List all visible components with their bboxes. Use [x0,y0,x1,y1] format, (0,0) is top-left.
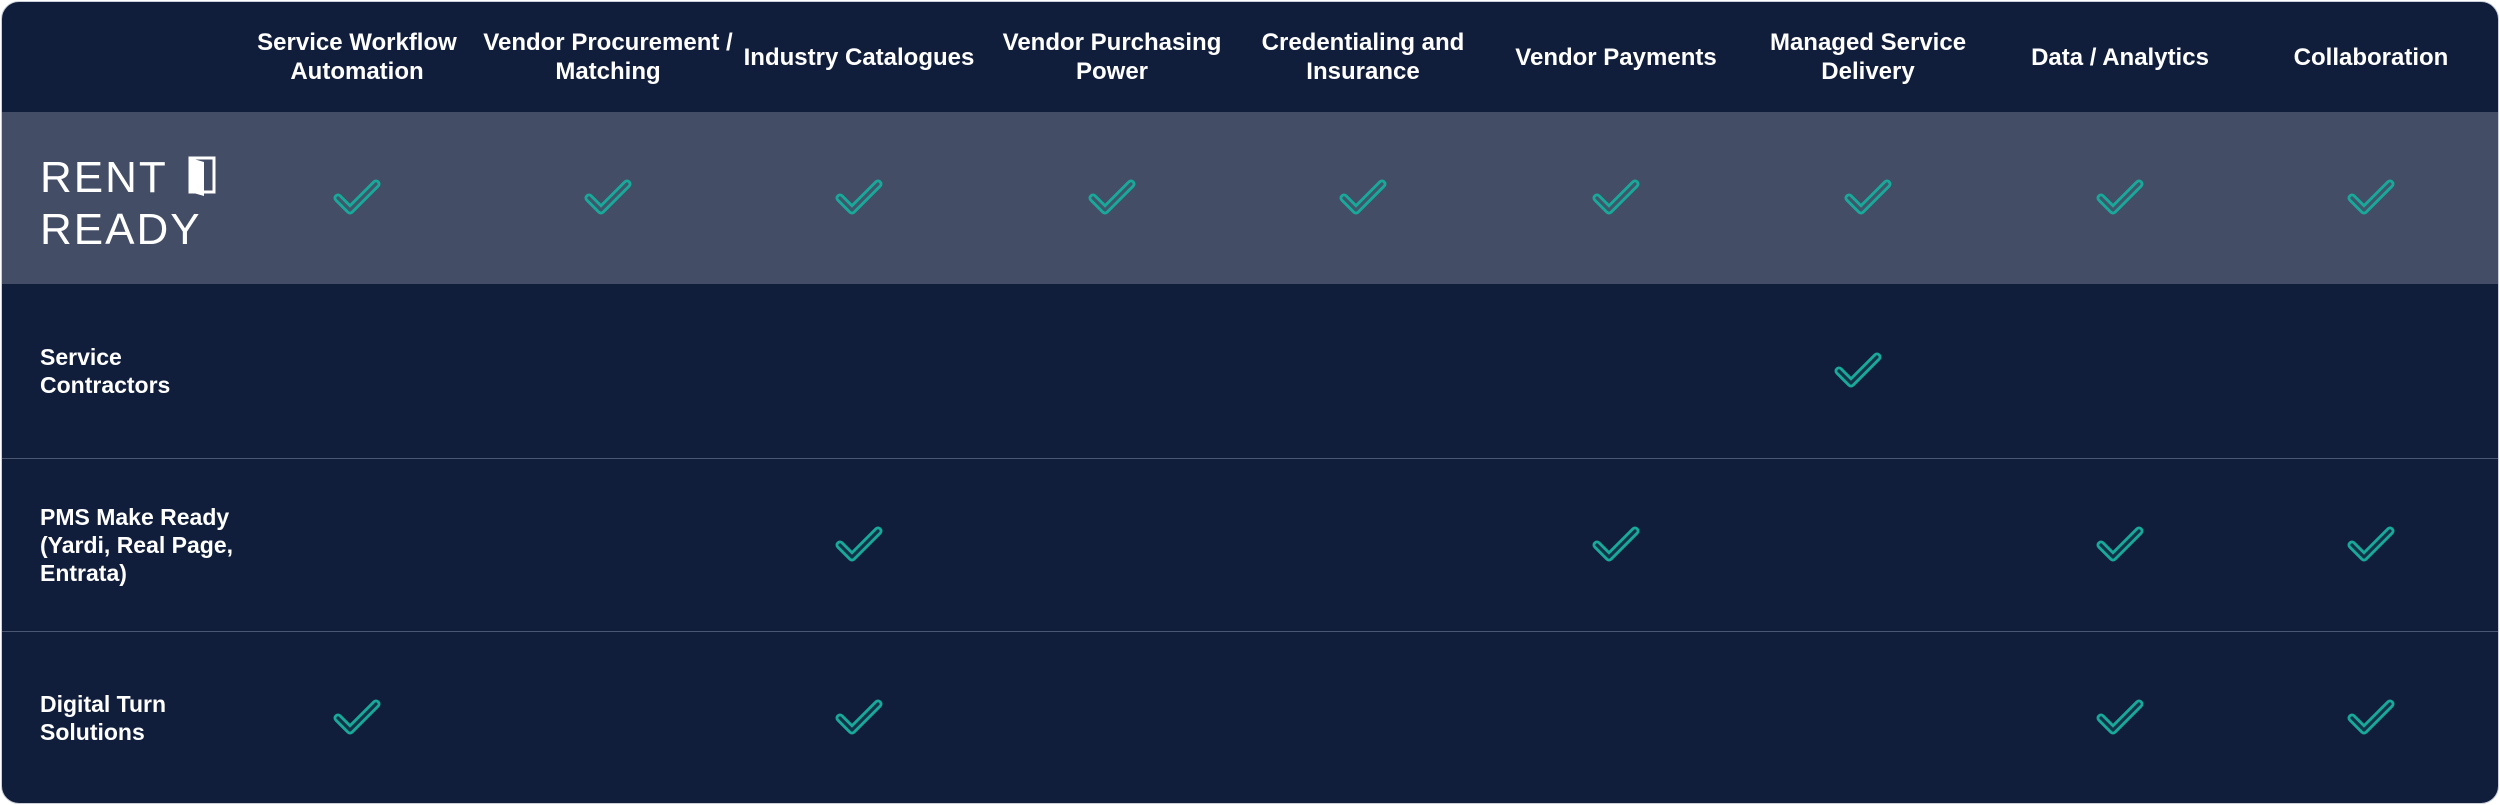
check-icon [2095,698,2145,738]
check-icon [834,698,884,738]
comparison-table: Service Workflow Automation Vendor Procur… [1,1,2499,804]
column-header-8: Data / Analytics [2031,43,2209,71]
check-icon [834,525,884,565]
check-icon [332,178,382,218]
table-row: Digital Turn Solutions [2,631,2498,803]
column-header-7: Managed Service Delivery [1769,29,1967,85]
column-header-4: Vendor Purchasing Power [1002,29,1222,85]
column-header-2: Vendor Procurement / Matching [483,29,733,85]
check-icon [1087,178,1137,218]
check-icon [2346,525,2396,565]
check-icon [1591,525,1641,565]
column-header-3: Industry Catalogues [743,43,975,71]
column-header-6: Vendor Payments [1515,43,1717,71]
svg-text:READY: READY [40,205,202,250]
rent-ready-logo: RENT READY [40,150,220,254]
check-icon [2346,178,2396,218]
check-icon [332,698,382,738]
table-row: RENT READY [2,112,2498,284]
svg-text:RENT: RENT [40,153,168,202]
table-row: Service Contractors [2,285,2498,457]
check-icon [834,178,884,218]
column-header-5: Credentialing and Insurance [1261,29,1465,85]
door-icon [188,156,216,196]
check-icon [2095,178,2145,218]
check-icon [1591,178,1641,218]
check-icon [2346,698,2396,738]
check-icon [583,178,633,218]
table-row: PMS Make Ready (Yardi, Real Page, Entrat… [2,458,2498,631]
column-header-9: Collaboration [2293,43,2449,71]
table-header: Service Workflow Automation Vendor Procur… [2,2,2498,112]
row-label: Digital Turn Solutions [40,691,167,745]
column-header-1: Service Workflow Automation [257,29,457,85]
check-icon [1843,178,1893,218]
row-label: Service Contractors [40,344,171,398]
row-label: PMS Make Ready (Yardi, Real Page, Entrat… [40,504,234,586]
check-icon [1338,178,1388,218]
check-icon [1833,351,1883,391]
check-icon [2095,525,2145,565]
